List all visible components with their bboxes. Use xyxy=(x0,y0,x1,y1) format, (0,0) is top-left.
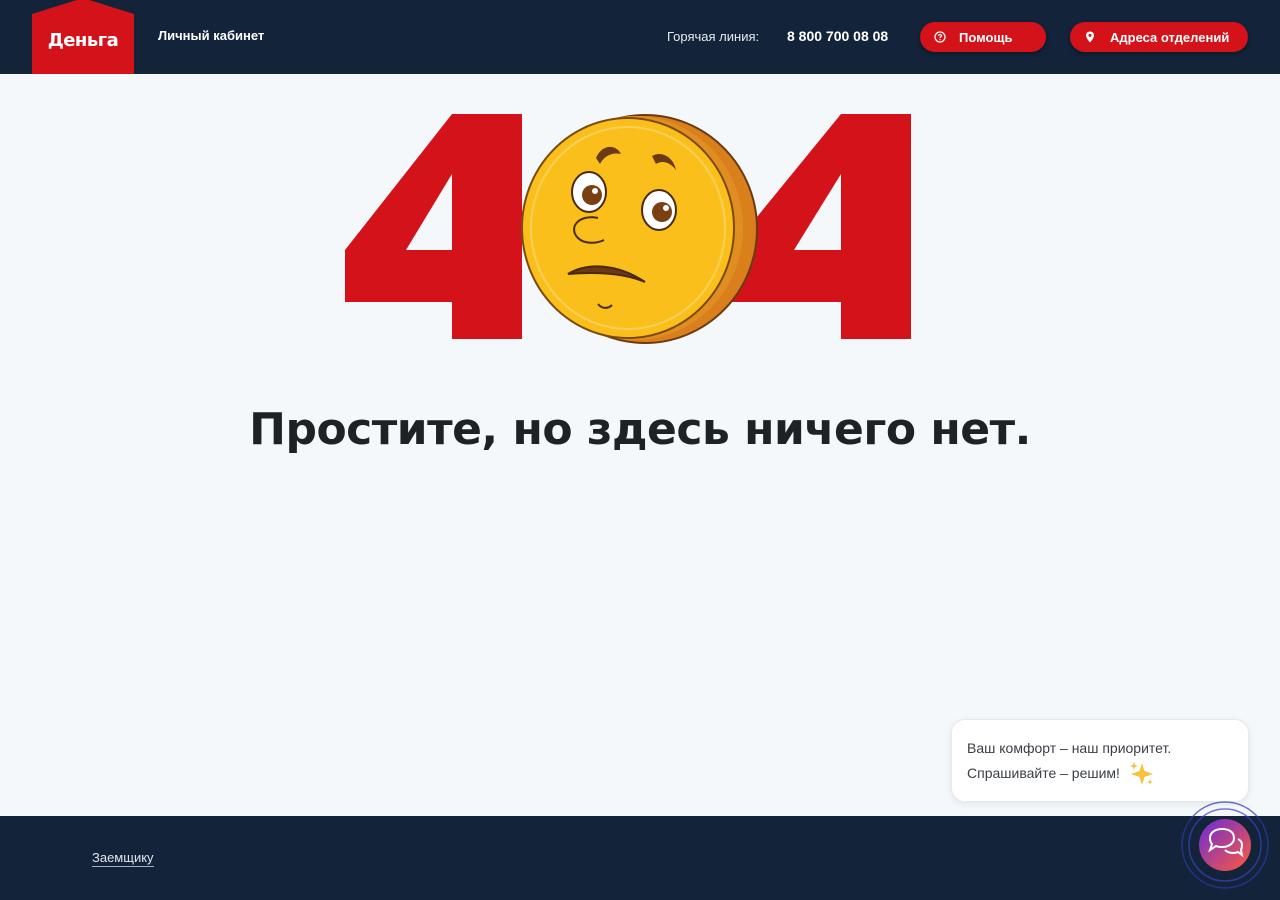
page-headline: Простите, но здесь ничего нет. xyxy=(249,404,1031,455)
personal-account-link[interactable]: Личный кабинет xyxy=(158,28,264,43)
help-button-label: Помощь xyxy=(959,29,1013,45)
branch-addresses-label: Адреса отделений xyxy=(1110,29,1230,45)
error-404-illustration xyxy=(345,114,911,344)
question-circle-icon xyxy=(934,31,946,43)
logo-text: Деньга xyxy=(47,30,119,51)
sad-coin-icon xyxy=(521,114,758,344)
site-header: Деньга Личный кабинет Горячая линия: 8 8… xyxy=(0,0,1280,74)
hotline-label: Горячая линия: xyxy=(667,29,760,44)
sparkles-icon xyxy=(1129,762,1153,786)
chat-message-line-1: Ваш комфорт – наш приоритет. xyxy=(967,740,1172,756)
brand-logo[interactable]: Деньга xyxy=(32,0,134,74)
map-pin-icon xyxy=(1086,31,1094,43)
chat-bubbles-icon xyxy=(1181,801,1269,889)
main-content: Простите, но здесь ничего нет. xyxy=(0,74,1280,816)
digit-four-left xyxy=(345,114,522,339)
chat-message-line-2-wrap: Спрашивайте – решим! xyxy=(967,761,1233,787)
borrower-link[interactable]: Заемщику xyxy=(92,850,154,867)
chat-launcher-button[interactable] xyxy=(1180,800,1270,890)
site-footer: Заемщику xyxy=(0,816,1280,900)
hotline-phone-link[interactable]: 8 800 700 08 08 xyxy=(787,28,888,44)
branch-addresses-button[interactable]: Адреса отделений xyxy=(1070,22,1248,52)
chat-message-line-2: Спрашивайте – решим! xyxy=(967,765,1120,781)
help-button[interactable]: Помощь xyxy=(920,22,1046,52)
chat-greeting-bubble[interactable]: Ваш комфорт – наш приоритет. Спрашивайте… xyxy=(951,719,1249,802)
